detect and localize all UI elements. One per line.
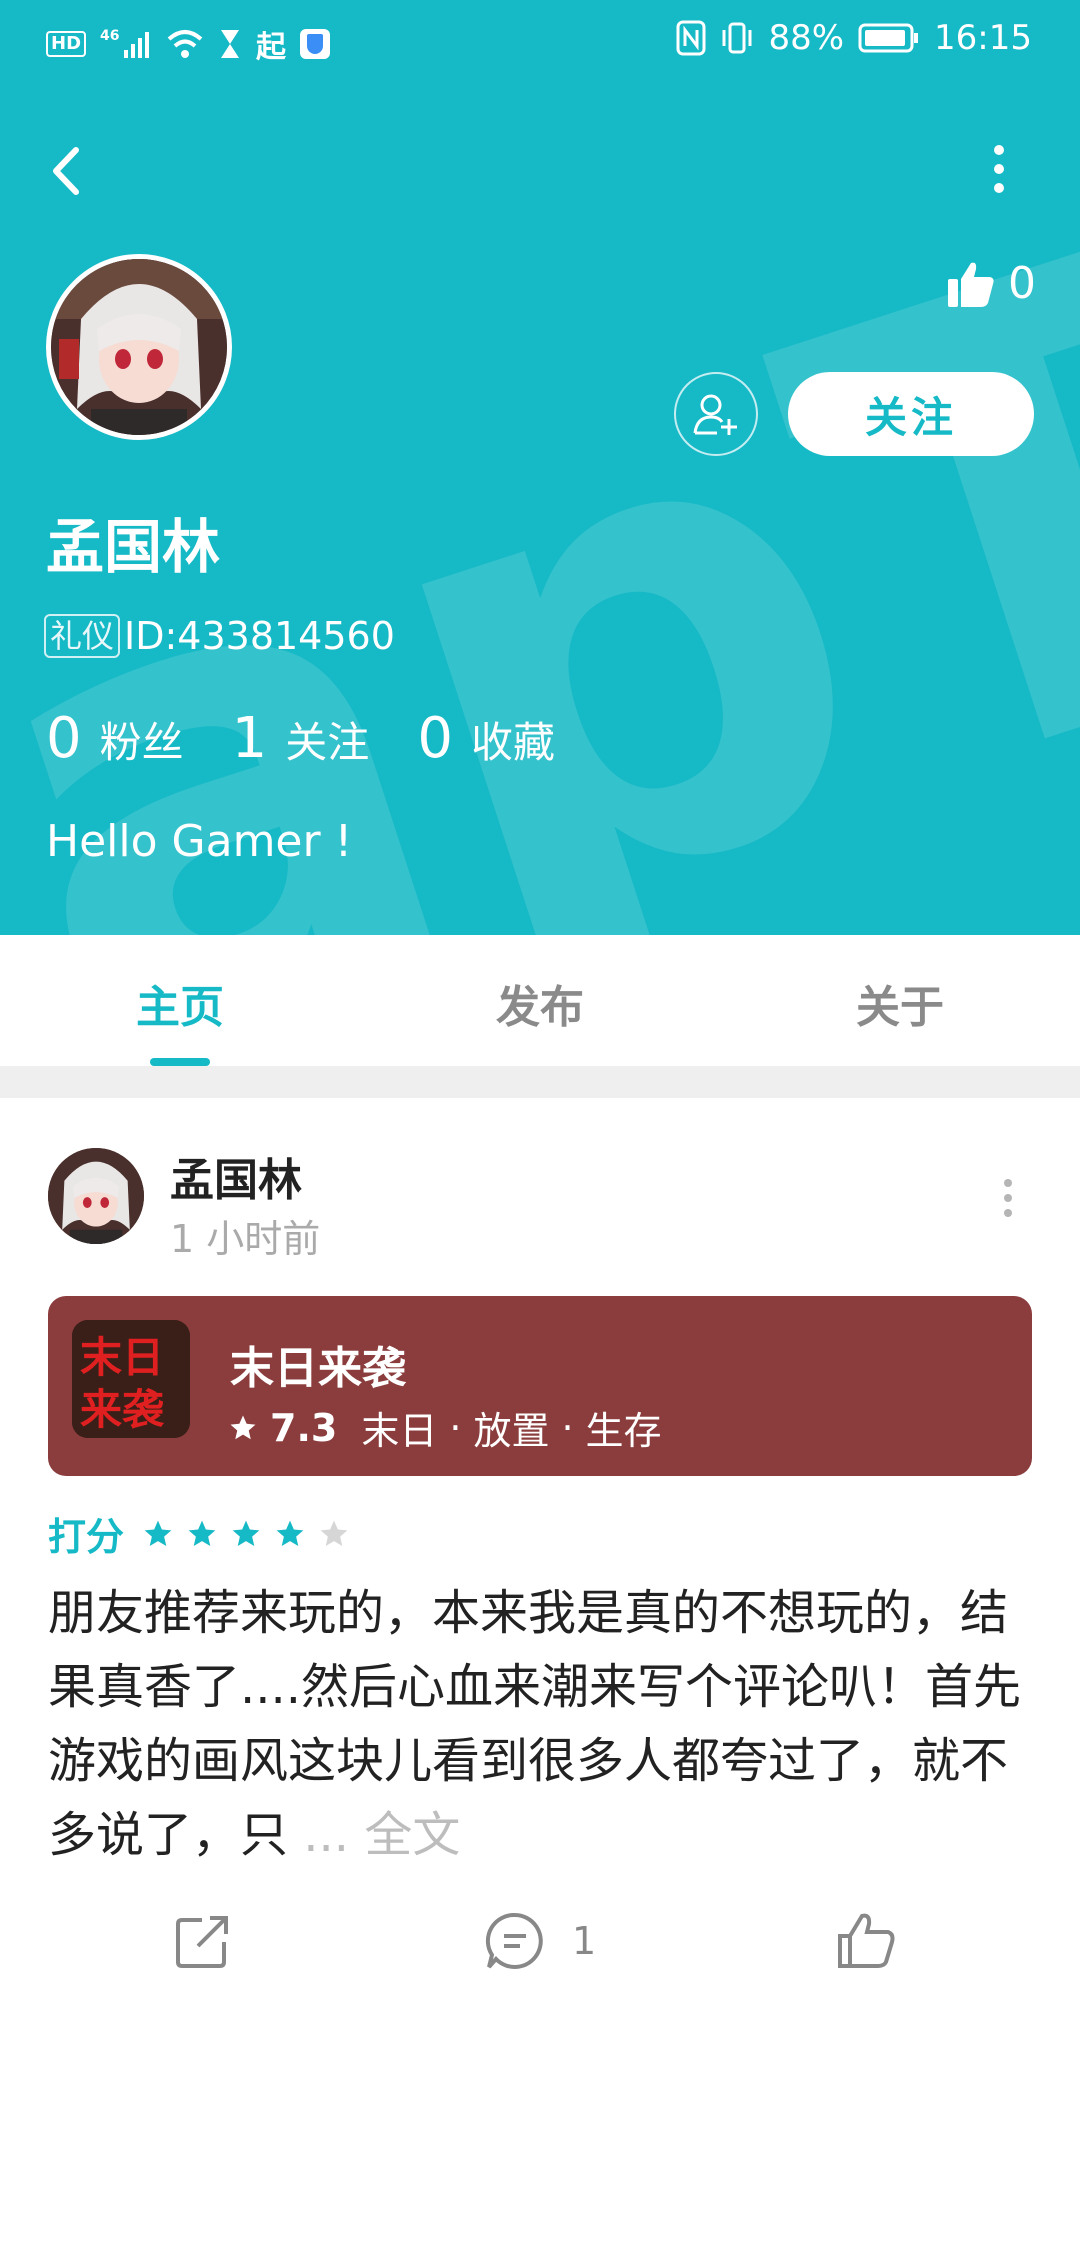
- avatar-image: [48, 1148, 144, 1244]
- user-tag: 礼仪: [44, 614, 121, 658]
- post-actions: 1: [0, 1910, 1080, 1990]
- likes-counter: 0: [946, 258, 1036, 309]
- stat-number: 0: [417, 706, 453, 771]
- hd-badge: HD: [46, 31, 87, 57]
- rating-stars: [142, 1518, 350, 1550]
- star-filled-icon: [232, 1520, 260, 1546]
- star-empty-icon: [320, 1520, 348, 1546]
- stat-following[interactable]: 1 关注: [232, 706, 370, 771]
- game-icon-image: 末日 来袭: [72, 1320, 190, 1438]
- profile-header: apTa HD 46 起 88% 16:15 0 关注 孟国林 礼仪 ID:43…: [0, 0, 1080, 935]
- tab-home[interactable]: 主页: [80, 971, 280, 1035]
- section-divider: [0, 1066, 1080, 1098]
- stat-favorites[interactable]: 0 收藏: [417, 706, 555, 771]
- post-content[interactable]: 朋友推荐来玩的，本来我是真的不想玩的，结果真香了....然后心血来潮来写个评论叭…: [48, 1576, 1034, 1872]
- post-author-name[interactable]: 孟国林: [170, 1144, 302, 1208]
- svg-text:来袭: 来袭: [80, 1385, 165, 1434]
- game-score: 7.3: [270, 1405, 338, 1450]
- star-filled-icon: [188, 1520, 216, 1546]
- game-name: 末日来袭: [230, 1343, 406, 1394]
- svg-text:46: 46: [100, 28, 119, 44]
- game-tag: 放置: [473, 1409, 550, 1453]
- game-tag: 末日: [361, 1409, 438, 1453]
- tab-about[interactable]: 关于: [800, 971, 1000, 1035]
- game-card[interactable]: 末日 来袭 末日来袭 7.3 末日 · 放置 · 生存: [48, 1296, 1032, 1476]
- status-bar: HD 46 起 88% 16:15: [0, 0, 1080, 88]
- post-timestamp: 1 小时前: [170, 1217, 321, 1261]
- stat-fans[interactable]: 0 粉丝: [46, 706, 184, 771]
- rating-row: 打分: [48, 1506, 350, 1561]
- svg-text:apTa: apTa: [0, 5, 1080, 935]
- shield-icon: [300, 29, 331, 59]
- battery-icon: [858, 23, 919, 53]
- vibrate-icon: [722, 22, 752, 54]
- clock: 16:15: [934, 18, 1032, 58]
- share-button[interactable]: [172, 1910, 234, 1972]
- profile-tabs: 主页 发布 关于: [0, 935, 1080, 1065]
- comment-icon: [485, 1912, 543, 1969]
- game-meta: 7.3 末日 · 放置 · 生存: [228, 1400, 662, 1455]
- comment-button[interactable]: 1: [484, 1910, 596, 1972]
- likes-count: 0: [1008, 258, 1036, 309]
- post-more-icon[interactable]: [998, 1178, 1018, 1218]
- post-text: 朋友推荐来玩的，本来我是真的不想玩的，结果真香了....然后心血来潮来写个评论叭…: [48, 1585, 1022, 1863]
- tab-posts[interactable]: 发布: [440, 971, 640, 1035]
- stat-number: 1: [231, 706, 268, 771]
- game-tag: 生存: [585, 1409, 662, 1453]
- share-icon: [176, 1916, 228, 1968]
- profile-avatar[interactable]: [46, 254, 232, 440]
- follow-button[interactable]: 关注: [788, 372, 1034, 456]
- stat-label: 粉丝: [99, 718, 184, 767]
- thumbs-up-icon: [948, 262, 994, 307]
- star-icon: [230, 1415, 256, 1439]
- read-more-link[interactable]: 全文: [364, 1807, 460, 1863]
- avatar-image: [51, 259, 227, 435]
- tag-separator: ·: [561, 1405, 574, 1450]
- add-user-icon: [693, 394, 737, 435]
- like-button[interactable]: [836, 1910, 898, 1972]
- svg-text:末日: 末日: [80, 1333, 164, 1382]
- stats-row: 0 粉丝 1 关注 0 收藏: [46, 706, 555, 771]
- profile-bio: Hello Gamer !: [46, 816, 353, 867]
- star-filled-icon: [276, 1520, 304, 1546]
- post-author-avatar[interactable]: [48, 1148, 144, 1244]
- stat-label: 收藏: [470, 718, 555, 767]
- more-vertical-icon[interactable]: [984, 144, 1014, 194]
- tag-separator: ·: [449, 1405, 462, 1450]
- user-id: ID:433814560: [124, 614, 395, 658]
- hourglass-icon: [221, 30, 240, 58]
- watermark-logo: apTa: [0, 5, 1080, 935]
- back-arrow-icon[interactable]: [44, 138, 94, 204]
- active-tab-indicator: [150, 1058, 210, 1066]
- comment-count: 1: [572, 1919, 597, 1963]
- nfc-icon: [676, 20, 706, 56]
- thumbs-up-icon: [838, 1913, 895, 1968]
- add-friend-button[interactable]: [674, 372, 758, 456]
- battery-percent: 88%: [768, 18, 845, 58]
- rating-label: 打分: [48, 1515, 125, 1559]
- game-icon: 末日 来袭: [72, 1320, 190, 1438]
- app-notification-icon: 起: [256, 30, 287, 65]
- signal-icon: 46: [100, 28, 150, 58]
- star-filled-icon: [144, 1520, 172, 1546]
- wifi-icon: [167, 30, 203, 58]
- id-row: 礼仪 ID:433814560: [44, 614, 395, 658]
- post-ellipsis: ...: [303, 1807, 350, 1863]
- stat-number: 0: [46, 706, 82, 771]
- profile-name: 孟国林: [46, 513, 221, 581]
- stat-label: 关注: [285, 718, 370, 767]
